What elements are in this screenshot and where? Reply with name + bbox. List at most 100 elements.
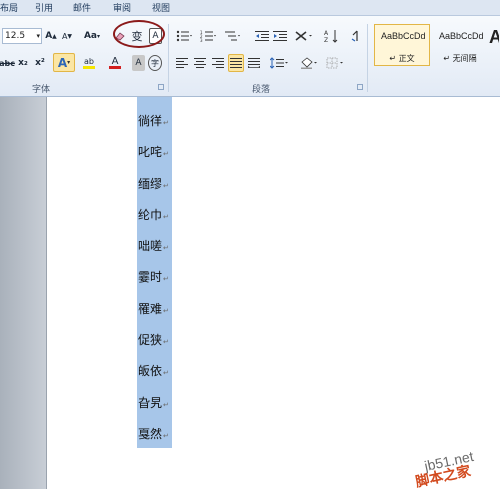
chinese-layout-icon <box>295 31 312 41</box>
chevron-down-icon: ▾ <box>67 59 71 66</box>
tab-review[interactable]: 审阅 <box>113 1 131 14</box>
grow-font-button[interactable]: A ▲ <box>44 28 58 44</box>
document-line[interactable]: 罹难↵ <box>138 300 169 317</box>
multilevel-list-icon <box>225 31 240 41</box>
bullets-button[interactable] <box>174 28 194 44</box>
align-center-button[interactable] <box>192 55 208 71</box>
highlight-color-button[interactable]: ab <box>79 55 99 71</box>
character-shading-label: A <box>135 58 142 68</box>
strikethrough-label: abc <box>0 58 15 68</box>
line-text: 旮旯 <box>138 396 163 410</box>
align-left-icon <box>176 58 188 68</box>
paragraph-mark-icon: ↵ <box>163 307 169 315</box>
borders-icon <box>326 57 343 69</box>
font-color-button[interactable]: A <box>105 55 125 71</box>
paragraph-group-label: 段落 <box>252 85 271 95</box>
increase-indent-button[interactable] <box>272 28 288 44</box>
group-divider <box>168 24 169 92</box>
distributed-button[interactable] <box>246 55 262 71</box>
font-dialog-launcher-icon[interactable] <box>158 84 164 90</box>
shrink-font-button[interactable]: A ▼ <box>60 28 74 44</box>
multilevel-list-button[interactable] <box>223 28 243 44</box>
justify-button[interactable] <box>228 54 244 72</box>
style-name: ↵ 正文 <box>389 54 415 63</box>
font-group-label: 字体 <box>32 85 51 95</box>
numbering-button[interactable]: 123 <box>198 28 218 44</box>
paragraph-mark-icon: ↵ <box>163 213 169 221</box>
highlight-label: ab <box>84 56 94 66</box>
change-case-label: Aa <box>83 31 98 41</box>
paragraph-mark-icon: ↵ <box>163 369 169 377</box>
font-color-swatch <box>109 66 121 69</box>
chevron-down-icon: ▾ <box>97 32 101 40</box>
paragraph-dialog-launcher-icon[interactable] <box>357 84 363 90</box>
sort-button[interactable]: AZ <box>323 28 341 44</box>
tab-mailings[interactable]: 邮件 <box>73 1 91 14</box>
paragraph-mark-icon: ↵ <box>163 150 169 158</box>
numbered-list-icon: 123 <box>200 30 216 42</box>
shading-button[interactable] <box>298 55 320 71</box>
document-line[interactable]: 霎时↵ <box>138 268 169 285</box>
svg-text:A: A <box>324 30 329 37</box>
document-line[interactable]: 促狭↵ <box>138 331 169 348</box>
align-right-button[interactable] <box>210 55 226 71</box>
style-no-spacing[interactable]: AaBbCcDd ↵ 无间隔 <box>432 24 488 66</box>
subscript-label: x₂ <box>18 58 28 68</box>
character-shading-button[interactable]: A <box>132 55 145 71</box>
paragraph-mark-icon: ↵ <box>163 338 169 346</box>
caret-down-icon: ▼ <box>67 32 73 40</box>
superscript-button[interactable]: x² <box>33 55 47 71</box>
borders-button[interactable] <box>324 55 346 71</box>
line-text: 霎时 <box>138 270 163 284</box>
subscript-button[interactable]: x₂ <box>16 55 30 71</box>
tab-view[interactable]: 视图 <box>152 1 170 14</box>
change-case-button[interactable]: Aa ▾ <box>82 28 102 44</box>
enclose-characters-label: 字 <box>151 58 159 68</box>
text-effects-button[interactable]: A ▾ <box>53 53 75 72</box>
line-text: 缅缪 <box>138 177 163 191</box>
line-text: 皈依 <box>138 364 163 378</box>
page-edge <box>46 97 47 489</box>
line-spacing-button[interactable] <box>268 55 290 71</box>
enclose-characters-button[interactable]: 字 <box>148 55 162 71</box>
paragraph-mark-icon: ↵ <box>163 432 169 440</box>
document-line[interactable]: 叱咤↵ <box>138 143 169 160</box>
align-left-button[interactable] <box>174 55 190 71</box>
document-line[interactable]: 咄嗟↵ <box>138 237 169 254</box>
document-line[interactable]: 纶巾↵ <box>138 206 169 223</box>
caret-up-icon: ▲ <box>52 32 57 40</box>
highlight-circle-annotation <box>113 20 165 48</box>
document-line[interactable]: 缅缪↵ <box>138 175 169 192</box>
document-line[interactable]: 皈依↵ <box>138 362 169 379</box>
group-divider <box>367 24 368 92</box>
ribbon-tab-bar: 布局 引用 邮件 审阅 视图 <box>0 0 500 16</box>
document-line[interactable]: 戛然↵ <box>138 425 169 442</box>
decrease-indent-icon <box>255 31 269 41</box>
superscript-label: x² <box>35 58 45 68</box>
document-workspace <box>0 97 500 489</box>
strikethrough-button[interactable]: abc <box>0 55 15 71</box>
chinese-layout-button[interactable] <box>293 28 315 44</box>
font-size-value: 12.5 <box>5 31 26 41</box>
paragraph-mark-icon: ↵ <box>163 401 169 409</box>
style-heading[interactable]: A <box>488 24 500 66</box>
tab-layout[interactable]: 布局 <box>0 1 18 14</box>
increase-indent-icon <box>273 31 287 41</box>
highlight-swatch <box>83 65 95 69</box>
line-text: 纶巾 <box>138 208 163 222</box>
left-margin <box>0 97 46 489</box>
text-effects-label: A <box>57 55 68 70</box>
paragraph-mark-icon: ↵ <box>163 182 169 190</box>
decrease-indent-button[interactable] <box>254 28 270 44</box>
document-line[interactable]: 旮旯↵ <box>138 394 169 411</box>
style-sample: A <box>489 27 499 48</box>
svg-text:3: 3 <box>200 38 203 42</box>
grow-font-label: A <box>45 31 53 41</box>
document-line[interactable]: 徜徉↵ <box>138 112 169 129</box>
tab-references[interactable]: 引用 <box>35 1 53 14</box>
font-color-label: A <box>111 56 119 67</box>
show-marks-button[interactable] <box>349 28 363 44</box>
line-text: 叱咤 <box>138 145 163 159</box>
style-normal[interactable]: AaBbCcDd ↵ 正文 <box>374 24 430 66</box>
font-size-select[interactable]: 12.5 ▾ <box>2 28 42 44</box>
